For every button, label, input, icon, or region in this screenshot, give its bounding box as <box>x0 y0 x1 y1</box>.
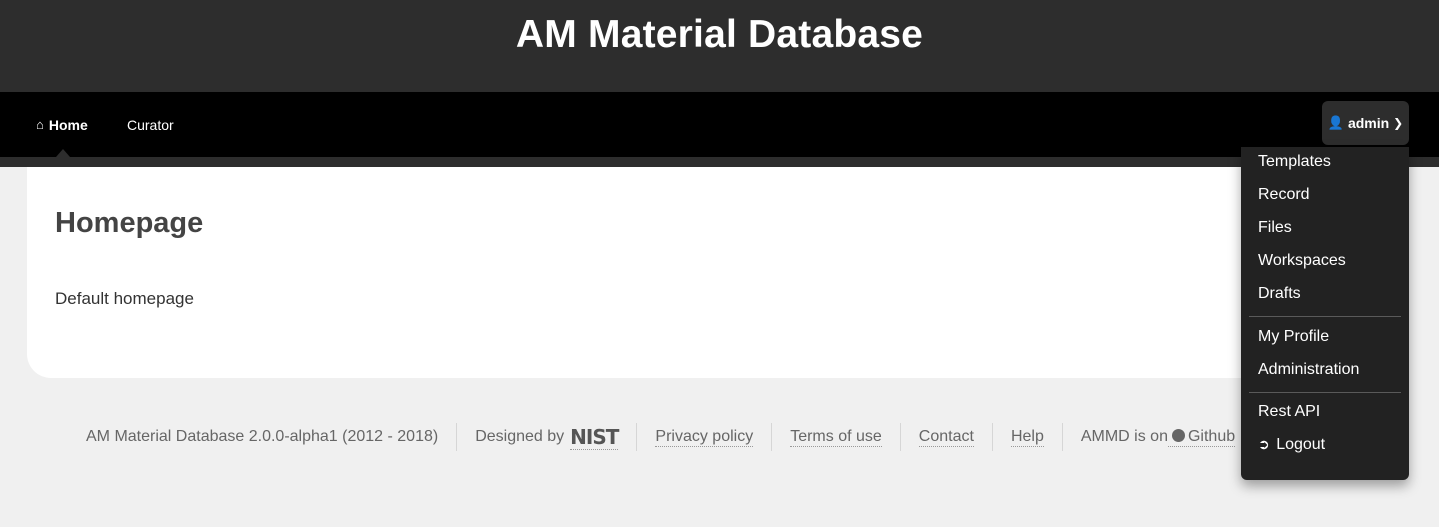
nav-subbar <box>0 157 1439 167</box>
site-banner: AM Material Database <box>0 0 1439 92</box>
footer-contact-link[interactable]: Contact <box>918 428 974 447</box>
footer-github-label: Github <box>1187 427 1236 445</box>
footer-designed-by-label: Designed by <box>475 428 565 445</box>
github-icon <box>1171 428 1185 442</box>
nav-home[interactable]: ⌂ Home <box>36 92 88 157</box>
menu-item-workspaces[interactable]: Workspaces <box>1258 252 1346 270</box>
main-content-panel: Homepage Default homepage <box>27 167 1287 378</box>
user-icon: 👤 <box>1327 115 1344 130</box>
chevron-down-icon: ❯ <box>1393 116 1404 130</box>
site-title: AM Material Database <box>515 13 924 56</box>
footer-designed-by: Designed by NIST <box>457 422 636 452</box>
menu-item-record[interactable]: Record <box>1258 186 1310 204</box>
footer: AM Material Database 2.0.0-alpha1 (2012 … <box>68 422 1302 452</box>
logout-icon: ➲ <box>1258 436 1270 452</box>
nist-logo[interactable]: NIST <box>570 425 619 450</box>
menu-divider <box>1249 316 1401 317</box>
page-text: Default homepage <box>55 289 194 308</box>
footer-terms-link[interactable]: Terms of use <box>790 428 882 447</box>
nav-curator-label: Curator <box>127 116 174 133</box>
menu-item-templates[interactable]: Templates <box>1258 153 1331 171</box>
user-menu-label: admin <box>1347 115 1390 131</box>
main-navbar: ⌂ Home Curator <box>0 92 1439 157</box>
menu-item-logout-label: Logout <box>1276 436 1326 453</box>
nav-home-label: Home <box>48 116 88 133</box>
user-menu-button[interactable]: 👤 admin ❯ <box>1322 101 1409 145</box>
menu-item-logout[interactable]: ➲ Logout <box>1258 436 1325 454</box>
active-nav-indicator <box>56 149 70 157</box>
menu-item-rest-api[interactable]: Rest API <box>1258 403 1320 421</box>
page-title: Homepage <box>55 207 204 239</box>
menu-item-drafts[interactable]: Drafts <box>1258 285 1301 303</box>
footer-privacy-link[interactable]: Privacy policy <box>655 428 754 447</box>
footer-version: AM Material Database 2.0.0-alpha1 (2012 … <box>86 428 439 445</box>
footer-github-link[interactable]: Github <box>1167 427 1236 447</box>
home-icon: ⌂ <box>36 117 44 132</box>
nav-curator[interactable]: Curator <box>127 92 174 157</box>
footer-help-link[interactable]: Help <box>1010 428 1044 447</box>
menu-item-administration[interactable]: Administration <box>1258 361 1359 379</box>
user-dropdown-menu: Templates Record Files Workspaces Drafts… <box>1241 147 1409 480</box>
menu-item-files[interactable]: Files <box>1258 219 1292 237</box>
menu-item-my-profile[interactable]: My Profile <box>1258 328 1329 346</box>
menu-divider <box>1249 392 1401 393</box>
footer-github: AMMD is on Github <box>1063 422 1253 452</box>
footer-ammd-label: AMMD is on <box>1080 428 1168 445</box>
